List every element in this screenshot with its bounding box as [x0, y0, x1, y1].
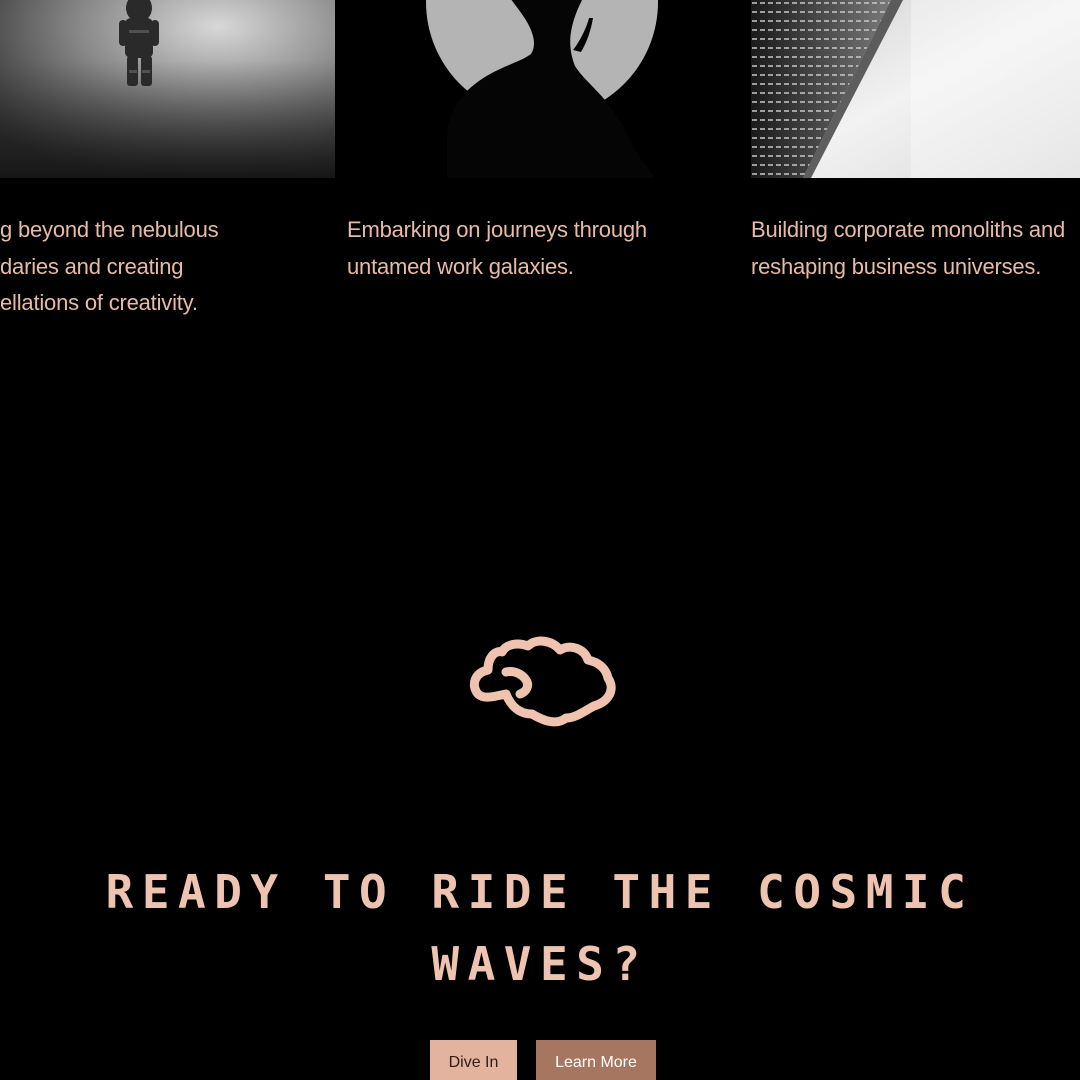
building-image — [751, 0, 1080, 178]
cta-heading: READY TO RIDE THE COSMIC WAVES? — [0, 856, 1080, 1000]
card-3-line-2: reshaping business universes. — [751, 253, 1042, 279]
page: g beyond the nebulous daries and creatin… — [0, 0, 1080, 1080]
cta-heading-line-2: WAVES? — [431, 937, 649, 991]
cta-heading-line-1: READY TO RIDE THE COSMIC — [105, 865, 975, 919]
card-description-1: g beyond the nebulous daries and creatin… — [0, 212, 335, 322]
silhouette-image — [335, 0, 751, 178]
card-2-line-2: untamed work galaxies. — [347, 253, 574, 279]
card-1-line-1: g beyond the nebulous — [0, 217, 219, 242]
astronaut-image — [0, 0, 335, 178]
card-2-line-1: Embarking on journeys through — [347, 217, 647, 242]
card-3-line-1: Building corporate monoliths and — [751, 217, 1066, 242]
dive-in-button[interactable]: Dive In — [430, 1040, 517, 1080]
cloud-icon — [466, 634, 618, 730]
card-description-2: Embarking on journeys through untamed wo… — [347, 212, 647, 285]
card-description-3: Building corporate monoliths and reshapi… — [751, 212, 1065, 285]
card-1-line-3: ellations of creativity. — [0, 290, 198, 315]
learn-more-button[interactable]: Learn More — [536, 1040, 656, 1080]
card-1-line-2: daries and creating — [0, 253, 184, 279]
